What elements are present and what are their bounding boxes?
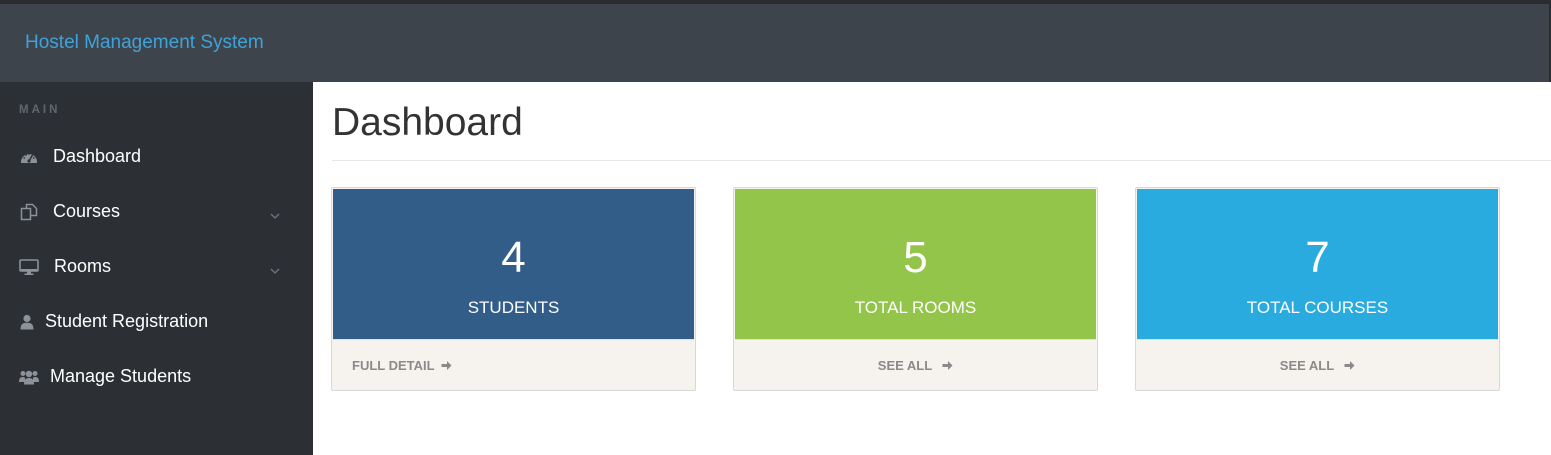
- copy-icon: [19, 203, 39, 221]
- see-all-courses-link[interactable]: SEE ALL: [1137, 339, 1498, 391]
- arrow-right-icon: [1344, 360, 1355, 371]
- chevron-down-icon: [269, 206, 281, 219]
- sidebar-item-manage-students[interactable]: Manage Students: [0, 349, 313, 404]
- students-label: STUDENTS: [467, 298, 560, 317]
- title-divider: [332, 160, 1551, 161]
- rooms-panel: 5 TOTAL ROOMS: [735, 189, 1096, 339]
- courses-panel: 7 TOTAL COURSES: [1137, 189, 1498, 339]
- navbar: Hostel Management System: [0, 4, 1551, 82]
- sidebar-item-label: Rooms: [54, 256, 112, 276]
- total-courses-card: 7 TOTAL COURSES SEE ALL: [1135, 187, 1500, 391]
- rooms-count: 5: [903, 233, 928, 282]
- students-count: 4: [501, 233, 526, 282]
- sidebar-item-dashboard[interactable]: Dashboard: [0, 129, 313, 184]
- arrow-right-icon: [942, 360, 953, 371]
- chevron-down-icon: [269, 261, 281, 274]
- brand-link[interactable]: Hostel Management System: [25, 32, 264, 54]
- page-title: Dashboard: [332, 101, 523, 144]
- desktop-icon: [19, 258, 39, 276]
- sidebar-item-courses[interactable]: Courses: [0, 184, 313, 239]
- sidebar-item-label: Dashboard: [53, 146, 142, 166]
- card-link-label: SEE ALL: [1279, 358, 1335, 373]
- sidebar-item-rooms[interactable]: Rooms: [0, 239, 313, 294]
- total-rooms-card: 5 TOTAL ROOMS SEE ALL: [733, 187, 1098, 391]
- arrow-right-icon: [441, 360, 452, 371]
- sidebar-item-label: Courses: [53, 201, 121, 221]
- see-all-rooms-link[interactable]: SEE ALL: [735, 339, 1096, 391]
- sidebar-heading: MAIN: [19, 104, 61, 116]
- students-panel: 4 STUDENTS: [333, 189, 694, 339]
- card-link-label: FULL DETAIL: [352, 358, 435, 373]
- user-icon: [17, 313, 37, 331]
- courses-count: 7: [1305, 233, 1330, 282]
- students-card: 4 STUDENTS FULL DETAIL: [331, 187, 696, 391]
- full-detail-link[interactable]: FULL DETAIL: [333, 339, 694, 391]
- rooms-label: TOTAL ROOMS: [854, 298, 977, 317]
- sidebar-item-label: Manage Students: [50, 366, 192, 386]
- sidebar-item-label: Student Registration: [45, 311, 209, 331]
- card-link-label: SEE ALL: [877, 358, 933, 373]
- main-content: Dashboard 4 STUDENTS FULL DETAIL 5 TOTAL…: [313, 82, 1551, 455]
- sidebar-item-student-registration[interactable]: Student Registration: [0, 294, 313, 349]
- users-icon: [19, 368, 39, 386]
- courses-label: TOTAL COURSES: [1246, 298, 1389, 317]
- sidebar: MAIN Dashboard Courses Rooms Student Reg…: [0, 82, 313, 455]
- dashboard-icon: [19, 148, 39, 166]
